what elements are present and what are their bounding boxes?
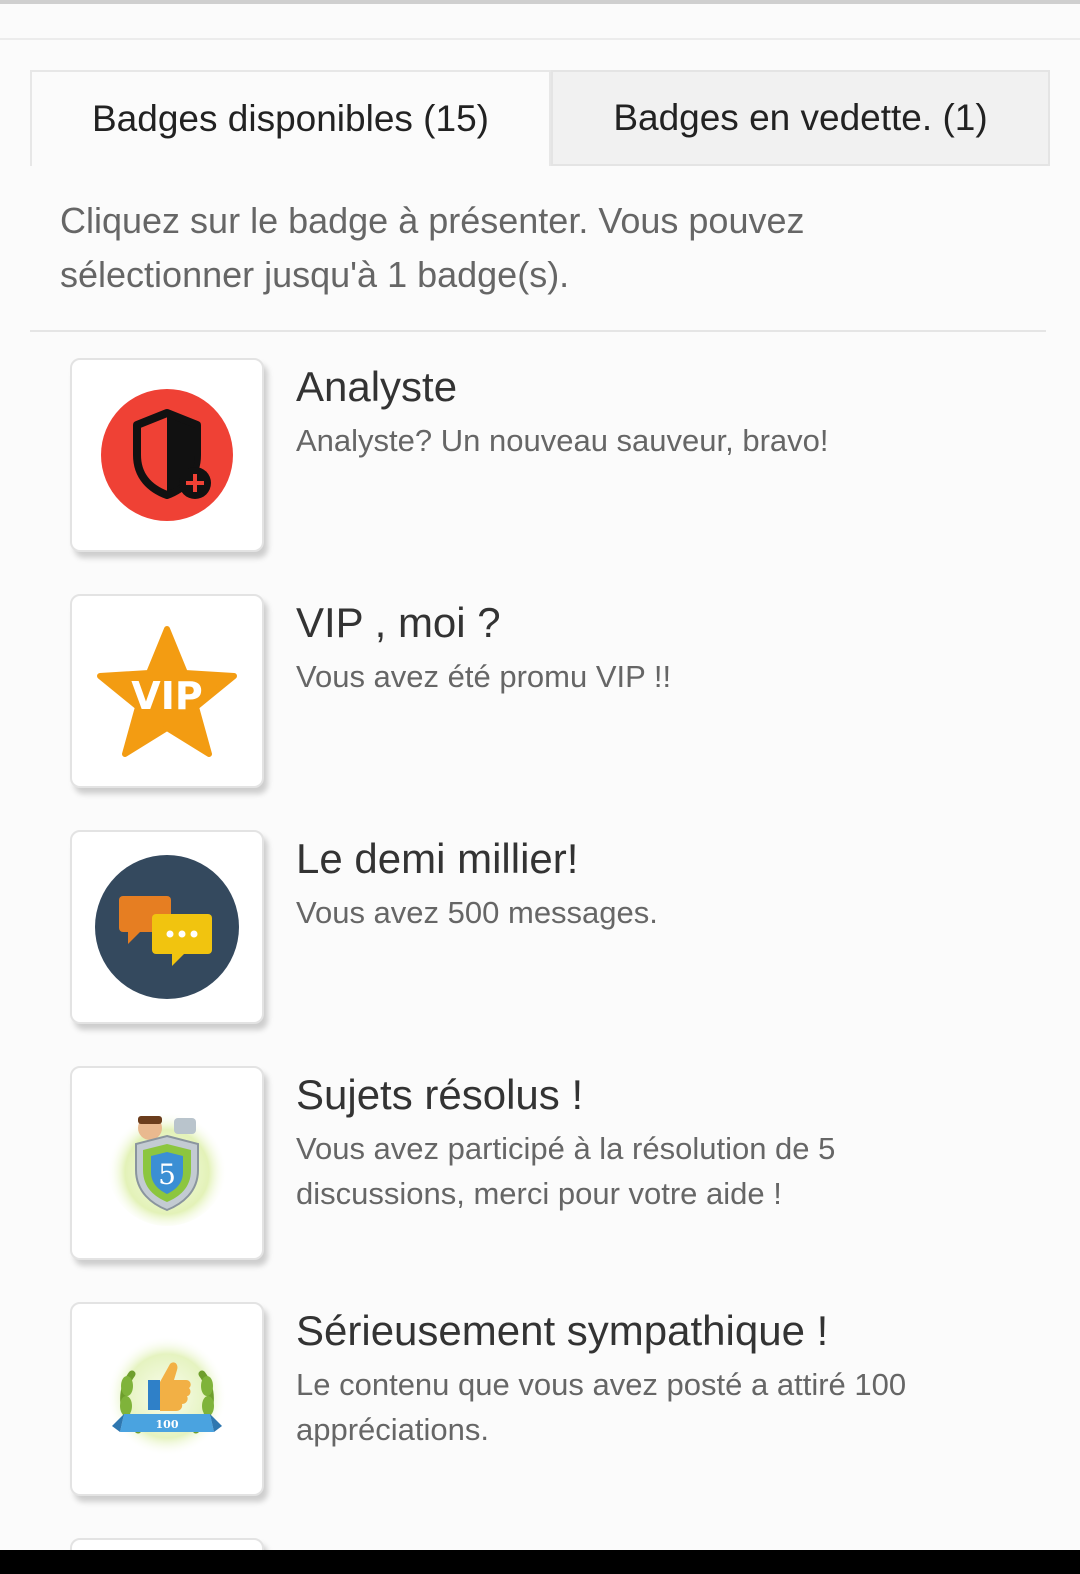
thumbs-up-laurel-icon: 100 [107, 1336, 227, 1456]
tab-available-badges[interactable]: Badges disponibles (15) [30, 70, 551, 166]
vip-star-icon: VIP [97, 626, 237, 757]
badge-title: Analyste [296, 363, 458, 410]
badge-tabs: Badges disponibles (15) Badges en vedett… [30, 70, 1050, 166]
instruction-text: Cliquez sur le badge à présenter. Vous p… [60, 200, 805, 295]
top-separator [0, 38, 1080, 40]
badge-description: Analyste? Un nouveau sauveur, bravo! [296, 423, 829, 458]
resolved-count: 5 [158, 1158, 176, 1191]
top-border [0, 0, 1080, 4]
badge-icon-box[interactable]: 100 [70, 1302, 264, 1496]
badge-icon-box[interactable] [70, 830, 264, 1024]
badge-item-serieusement-sympathique[interactable]: 100 Sérieusement sympathique ! Le conten… [0, 1302, 1080, 1538]
badge-item-vip[interactable]: VIP VIP , moi ? Vous avez été promu VIP … [0, 594, 1080, 830]
badge-icon-box[interactable]: 5 [70, 1066, 264, 1260]
badge-item-analyste[interactable]: Analyste Analyste? Un nouveau sauveur, b… [0, 358, 1080, 594]
badge-title: Sérieusement sympathique ! [296, 1307, 829, 1354]
badge-description: Vous avez 500 messages. [296, 895, 658, 930]
badge-description: Le contenu que vous avez posté a attiré … [296, 1367, 907, 1447]
system-navigation-bar [0, 1550, 1080, 1574]
shield-plus-icon [101, 389, 233, 521]
badge-title: Le demi millier! [296, 835, 579, 882]
badge-item-demi-millier[interactable]: Le demi millier! Vous avez 500 messages. [0, 830, 1080, 1066]
chat-bubbles-icon [95, 855, 239, 999]
tab-featured-badges[interactable]: Badges en vedette. (1) [551, 70, 1050, 166]
badge-item-sujets-resolus[interactable]: 5 Sujets résolus ! Vous avez participé à… [0, 1066, 1080, 1302]
vip-label: VIP [131, 674, 202, 718]
badge-icon-box[interactable]: VIP [70, 594, 264, 788]
badge-item-partial[interactable] [0, 1538, 1080, 1550]
badge-title: VIP , moi ? [296, 599, 501, 646]
badge-title: Sujets résolus ! [296, 1071, 584, 1118]
badge-icon-box[interactable] [70, 358, 264, 552]
badge-description: Vous avez participé à la résolution de 5… [296, 1131, 836, 1211]
resolved-shield-icon: 5 [107, 1106, 227, 1226]
badge-description: Vous avez été promu VIP !! [296, 659, 672, 694]
divider [30, 330, 1046, 332]
likes-count: 100 [156, 1418, 179, 1431]
badge-icon-box[interactable] [70, 1538, 264, 1550]
